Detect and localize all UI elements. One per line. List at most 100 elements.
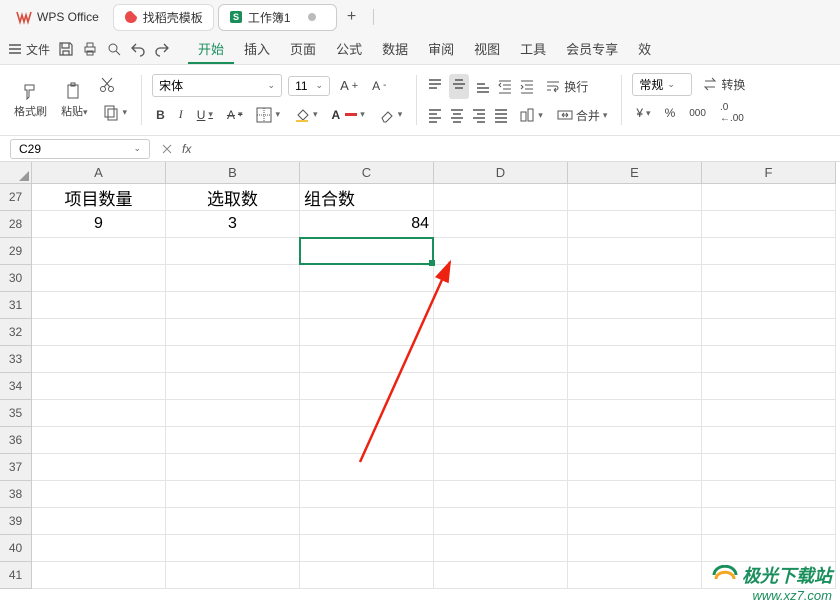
cell-B41[interactable] [166,562,300,589]
paste-button[interactable]: 粘贴▾ [57,79,92,122]
fill-color-button[interactable]: ▾ [290,104,322,126]
cut-icon[interactable] [98,76,116,94]
row-header-39[interactable]: 39 [0,508,32,535]
underline-button[interactable]: U ▾ [193,105,217,125]
cell-D31[interactable] [434,292,568,319]
cell-C41[interactable] [300,562,434,589]
cell-B40[interactable] [166,535,300,562]
row-header-28[interactable]: 28 [0,211,32,238]
cell-E39[interactable] [568,508,702,535]
app-tab[interactable]: WPS Office [6,5,109,29]
cell-A30[interactable] [32,265,166,292]
row-header-30[interactable]: 30 [0,265,32,292]
cell-B38[interactable] [166,481,300,508]
cell-D30[interactable] [434,265,568,292]
print-preview-icon[interactable] [106,41,122,57]
cell-A34[interactable] [32,373,166,400]
cell-C30[interactable] [300,265,434,292]
row-header-37[interactable]: 37 [0,454,32,481]
align-right-icon[interactable] [471,107,487,123]
row-header-33[interactable]: 33 [0,346,32,373]
row-header-31[interactable]: 31 [0,292,32,319]
align-center-icon[interactable] [449,107,465,123]
cell-A33[interactable] [32,346,166,373]
cell-B33[interactable] [166,346,300,373]
cell-E36[interactable] [568,427,702,454]
align-bottom-icon[interactable] [475,78,491,94]
cell-C31[interactable] [300,292,434,319]
merge-button[interactable]: 合并▾ [553,104,612,127]
format-brush-button[interactable]: 格式刷 [10,79,51,122]
redo-icon[interactable] [154,41,170,57]
row-header-38[interactable]: 38 [0,481,32,508]
menu-tab-6[interactable]: 视图 [464,35,510,64]
cell-F38[interactable] [702,481,836,508]
menu-tab-5[interactable]: 审阅 [418,35,464,64]
orientation-button[interactable]: ▾ [515,104,547,126]
row-header-29[interactable]: 29 [0,238,32,265]
menu-tab-1[interactable]: 插入 [234,35,280,64]
cell-C34[interactable] [300,373,434,400]
cell-E27[interactable] [568,184,702,211]
row-header-27[interactable]: 27 [0,184,32,211]
cell-C38[interactable] [300,481,434,508]
cell-F27[interactable] [702,184,836,211]
col-header-E[interactable]: E [568,162,702,184]
cell-A36[interactable] [32,427,166,454]
cell-C40[interactable] [300,535,434,562]
cell-E31[interactable] [568,292,702,319]
cell-A39[interactable] [32,508,166,535]
cell-B34[interactable] [166,373,300,400]
cell-C32[interactable] [300,319,434,346]
cell-B32[interactable] [166,319,300,346]
cell-D32[interactable] [434,319,568,346]
document-tab[interactable]: S 工作簿1 [218,4,337,31]
cell-F40[interactable] [702,535,836,562]
cell-B28[interactable]: 3 [166,211,300,238]
decrease-indent-icon[interactable] [497,78,513,94]
cell-B27[interactable]: 选取数 [166,184,300,211]
spreadsheet-grid[interactable]: ABCDEF 272829303132333435363738394041 项目… [0,162,840,609]
cell-B39[interactable] [166,508,300,535]
hamburger-menu[interactable]: 文件 [8,41,50,58]
percent-button[interactable]: % [661,103,680,123]
comma-button[interactable]: 000 [685,105,710,122]
col-header-B[interactable]: B [166,162,300,184]
cell-F30[interactable] [702,265,836,292]
col-header-D[interactable]: D [434,162,568,184]
row-header-32[interactable]: 32 [0,319,32,346]
menu-tab-4[interactable]: 数据 [372,35,418,64]
cell-C36[interactable] [300,427,434,454]
print-icon[interactable] [82,41,98,57]
cell-F39[interactable] [702,508,836,535]
cell-C33[interactable] [300,346,434,373]
cell-A38[interactable] [32,481,166,508]
row-header-40[interactable]: 40 [0,535,32,562]
currency-button[interactable]: ¥ ▾ [632,103,654,123]
undo-icon[interactable] [130,41,146,57]
cell-F36[interactable] [702,427,836,454]
strikethrough-button[interactable]: A ▾ [223,105,247,125]
menu-tab-2[interactable]: 页面 [280,35,326,64]
cell-D33[interactable] [434,346,568,373]
cell-A32[interactable] [32,319,166,346]
cell-B35[interactable] [166,400,300,427]
formula-input[interactable] [201,142,830,156]
col-header-C[interactable]: C [300,162,434,184]
cell-D37[interactable] [434,454,568,481]
cell-A41[interactable] [32,562,166,589]
cell-F35[interactable] [702,400,836,427]
justify-icon[interactable] [493,107,509,123]
align-left-icon[interactable] [427,107,443,123]
cell-D36[interactable] [434,427,568,454]
cell-A37[interactable] [32,454,166,481]
cell-D40[interactable] [434,535,568,562]
cell-E38[interactable] [568,481,702,508]
copy-button[interactable]: ▾ [98,100,132,124]
increase-indent-icon[interactable] [519,78,535,94]
cell-A35[interactable] [32,400,166,427]
decrease-decimal-button[interactable]: .0←.00 [716,99,748,127]
cell-E37[interactable] [568,454,702,481]
cell-A29[interactable] [32,238,166,265]
cell-E33[interactable] [568,346,702,373]
